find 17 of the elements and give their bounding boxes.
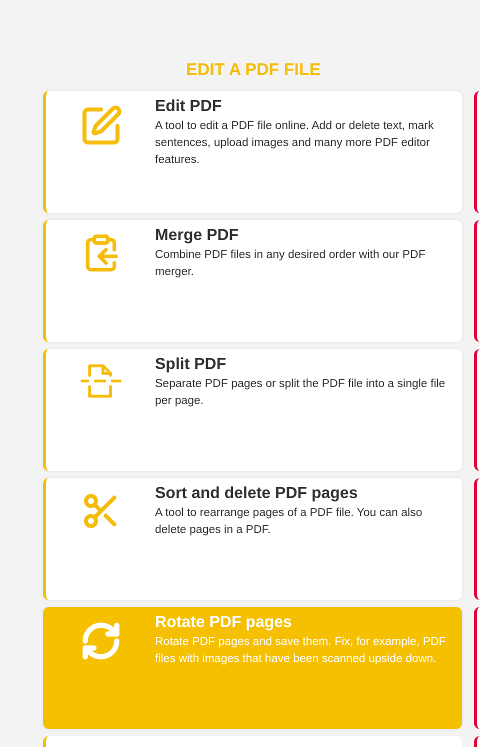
tool-description: Combine PDF files in any desired order with our PDF merger. xyxy=(155,248,426,280)
tool-description: Separate PDF pages or split the PDF file into a single file per page. xyxy=(155,377,446,409)
tool-description: A tool to rearrange pages of a PDF file. You can also delete pages in a PDF. xyxy=(155,506,424,538)
tool-card[interactable]: Split PDF Separate PDF pages or split the PDF file into a single file per page. xyxy=(43,349,462,471)
section-heading: EDIT A PDF FILE xyxy=(185,59,321,81)
tool-title: Rotate PDF pages xyxy=(155,613,293,633)
tool-card[interactable]: Sort and delete PDF pages A tool to rearrange pages of a PDF file. You can also delete pages in a PDF. xyxy=(43,478,462,600)
tool-title: Edit PDF xyxy=(155,97,223,117)
tool-title: Merge PDF xyxy=(155,226,240,246)
tool-card[interactable]: Edit PDF A tool to edit a PDF file online. Add or delete text, mark sentences, upload images and many more PDF editor features. xyxy=(43,91,462,213)
split-page-icon xyxy=(80,362,122,400)
tool-description: A tool to edit a PDF file online. Add or delete text, mark sentences, upload images and many more PDF editor features. xyxy=(155,119,435,168)
tool-card[interactable]: Merge PDF Combine PDF files in any desired order with our PDF merger. xyxy=(43,220,462,342)
tool-description: Rotate PDF pages and save them. Fix, for example, PDF files with images that have been scanned upside down. xyxy=(155,635,447,667)
tool-title: Split PDF xyxy=(155,355,228,375)
tool-title: Sort and delete PDF pages xyxy=(155,484,359,504)
rotate-icon xyxy=(80,620,122,662)
